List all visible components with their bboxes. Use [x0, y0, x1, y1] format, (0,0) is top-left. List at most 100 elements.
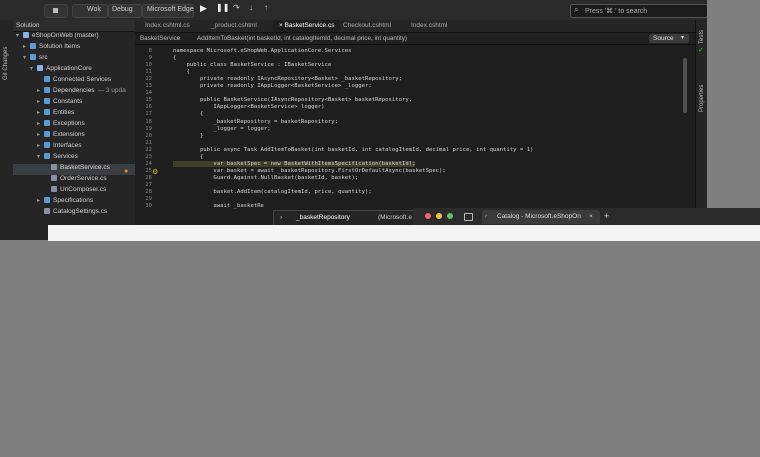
step-over-icon[interactable]: ↷	[233, 3, 240, 12]
expand-arrow-icon[interactable]: ▾	[30, 65, 37, 72]
editor-tab[interactable]: Index.cshtml	[405, 20, 454, 32]
ide-window: Woḳ Debug Microsoft Edge ▶ ❚❚ ↷ ↓ ↑ ⌕ Pr…	[0, 0, 707, 240]
expand-arrow-icon[interactable]: ▾	[23, 54, 30, 61]
sidebar-toggle-icon[interactable]	[464, 213, 473, 221]
tree-item[interactable]: ▸ Dependencies — 3 upda	[13, 87, 135, 98]
code-line[interactable]: }	[173, 133, 203, 139]
autocomplete-item[interactable]: _basketRepository	[296, 214, 350, 221]
code-line[interactable]: basket.AddItem(catalogItemId, price, qua…	[173, 189, 371, 195]
line-number: 19	[145, 125, 152, 132]
autocomplete-popup[interactable]: › _basketRepository (Microsoft.e	[273, 210, 415, 226]
code-line[interactable]: namespace Microsoft.eShopWeb.Application…	[173, 48, 352, 54]
code-line[interactable]: _basketRepository = basketRepository;	[173, 119, 338, 125]
code-line[interactable]: {	[173, 111, 203, 117]
tree-item[interactable]: ▸ Entities	[13, 109, 135, 120]
tree-item-label: UriComposer.cs	[60, 186, 107, 193]
tree-item[interactable]: ▸ Interfaces	[13, 142, 135, 153]
editor-tab[interactable]: _product.cshtml	[205, 20, 263, 32]
tree-item[interactable]: ▸ Extensions	[13, 131, 135, 142]
tree-item[interactable]: OrderService.cs	[13, 175, 135, 186]
expand-arrow-icon[interactable]: ▸	[37, 197, 44, 204]
code-line[interactable]: {	[173, 154, 203, 160]
code-line[interactable]: IAppLogger<BasketService> logger)	[173, 104, 324, 110]
code-line[interactable]: private readonly IAppLogger<BasketServic…	[173, 83, 372, 89]
right-tool-strip: Tests ✓ Properties	[695, 20, 707, 240]
expand-arrow-icon[interactable]: ▸	[37, 120, 44, 127]
source-dropdown[interactable]: Source ▾	[649, 34, 689, 43]
close-window-button[interactable]	[425, 213, 431, 219]
search-icon: ⌕	[574, 5, 579, 14]
chevron-down-icon: ▾	[681, 35, 685, 41]
expand-arrow-icon[interactable]: ▸	[23, 43, 30, 50]
tree-item[interactable]: ▾ eShopOnWeb (master)	[13, 32, 135, 43]
breadcrumb-class[interactable]: BasketService	[140, 35, 180, 42]
code-line[interactable]: public BasketService(IAsyncRepository<Ba…	[173, 97, 412, 103]
tree-item[interactable]: ▸ Exceptions	[13, 120, 135, 131]
tree-item[interactable]: ▾ ApplicationCore	[13, 65, 135, 76]
code-line[interactable]: _logger = logger;	[173, 126, 270, 132]
maximize-window-button[interactable]	[447, 213, 453, 219]
editor-tab[interactable]: Index.cshtml.cs	[139, 20, 196, 32]
pause-icon[interactable]: ❚❚	[216, 3, 229, 12]
minimize-window-button[interactable]	[436, 213, 442, 219]
code-line[interactable]: {	[173, 55, 176, 61]
properties-tab[interactable]: Properties	[699, 85, 705, 112]
step-out-icon[interactable]: ↑	[264, 3, 268, 12]
line-number: 28	[145, 189, 152, 195]
code-line[interactable]: {	[173, 69, 189, 75]
code-line[interactable]: var basket = await _basketRepository.Fir…	[173, 168, 445, 174]
expand-arrow-icon[interactable]: ▸	[37, 87, 44, 94]
editor-tabs: Index.cshtml.cs _product.cshtml × BasketSe…	[135, 20, 695, 33]
code-line[interactable]: await _basketRe	[173, 203, 264, 209]
new-tab-button[interactable]: +	[604, 211, 609, 221]
tree-item[interactable]: UriComposer.cs	[13, 186, 135, 197]
tree-item[interactable]: ▸ Specifications	[13, 197, 135, 208]
expand-arrow-icon[interactable]: ▾	[16, 32, 23, 39]
tree-item[interactable]: ▸ Solution Items	[13, 43, 135, 54]
play-icon[interactable]: ▶	[200, 3, 207, 14]
debug-dropdown[interactable]: Debug	[108, 4, 142, 18]
git-changes-tab[interactable]: Git Changes	[3, 47, 9, 80]
source-label: Source	[653, 35, 674, 42]
tree-item-label: Extensions	[53, 131, 85, 138]
tree-item[interactable]: CatalogSettings.cs	[13, 208, 135, 219]
expand-arrow-icon[interactable]: ▸	[37, 131, 44, 138]
expand-arrow-icon[interactable]: ▸	[37, 142, 44, 149]
tree-item[interactable]: ▾ src	[13, 54, 135, 65]
line-number: 9	[148, 55, 152, 62]
browser-dropdown[interactable]: Microsoft Edge	[142, 4, 194, 18]
tree-item-label: Entities	[53, 109, 75, 116]
step-into-icon[interactable]: ↓	[249, 3, 253, 12]
check-icon: ✓	[698, 47, 704, 54]
code-line[interactable]: var basketSpec = new BasketWithItemsSpec…	[173, 160, 416, 167]
search-input[interactable]: ⌕ Press '⌘.' to search	[570, 4, 707, 18]
tree-item-label: Dependencies	[53, 87, 95, 94]
code-line[interactable]: public class BasketService : IBasketServ…	[173, 62, 331, 68]
code-line[interactable]: private readonly IAsyncRepository<Basket…	[173, 76, 402, 82]
expand-arrow-icon[interactable]: ▸	[37, 98, 44, 105]
breakpoint-icon[interactable]: ●	[124, 168, 128, 175]
expand-arrow-icon[interactable]: ▾	[37, 153, 44, 160]
editor-tab[interactable]: × BasketService.cs	[273, 20, 341, 32]
tree-item[interactable]: ▸ Constants	[13, 98, 135, 109]
line-number: 20	[145, 132, 152, 139]
tree-item[interactable]: Connected Services	[13, 76, 135, 87]
line-number: 29	[145, 196, 152, 203]
tree-item-label: OrderService.cs	[60, 175, 107, 182]
browser-tab[interactable]: ◜ Catalog - Microsoft.eShopOn ×	[482, 210, 600, 224]
editor-tab[interactable]: Checkout.cshtml	[337, 20, 397, 32]
tree-item[interactable]: BasketService.cs	[13, 164, 135, 175]
config-dropdown[interactable]: Woḳ	[72, 4, 108, 18]
tests-tab[interactable]: Tests	[699, 30, 705, 44]
tree-item-label: Constants	[53, 98, 83, 105]
tree-item[interactable]: ▾ Services	[13, 153, 135, 164]
lightbulb-icon[interactable]: ⚙	[152, 168, 158, 176]
expand-arrow-icon[interactable]: ▸	[37, 109, 44, 116]
tab-close-icon[interactable]: ×	[589, 213, 593, 220]
code-line[interactable]: Guard.Against.NullBasket(basketId, baske…	[173, 175, 358, 181]
code-line[interactable]: public async Task AddItemToBasket(int ba…	[173, 147, 533, 153]
breadcrumb-method[interactable]: AddItemToBasket(int basketId, int catalo…	[197, 35, 407, 42]
editor-scrollbar[interactable]	[683, 58, 687, 113]
csharp-file-icon	[44, 208, 50, 214]
stop-button[interactable]	[44, 4, 68, 18]
